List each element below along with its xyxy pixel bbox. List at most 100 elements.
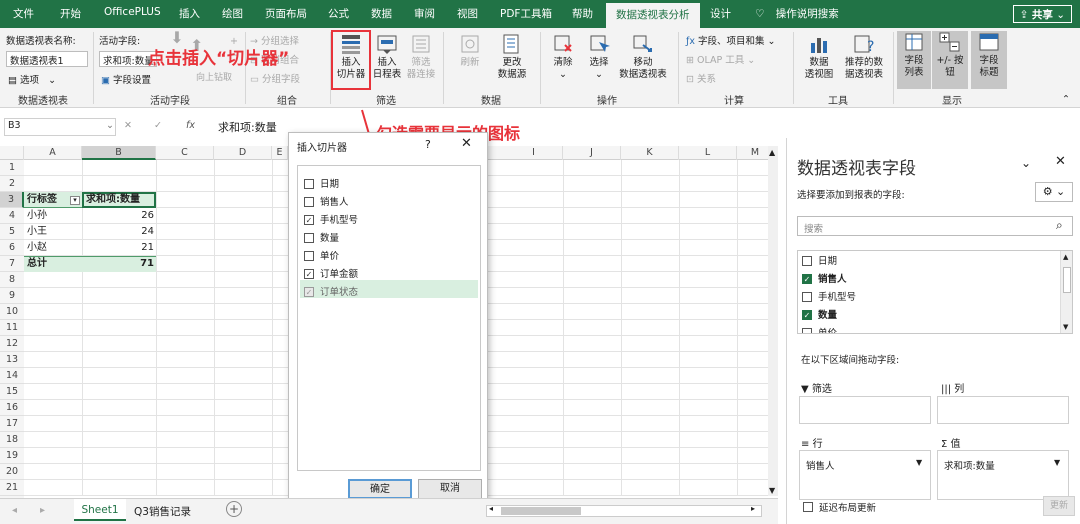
close-icon[interactable]: ✕ — [1055, 154, 1066, 169]
collapse-ribbon-icon[interactable]: ⌃ — [1062, 94, 1070, 105]
filter-dropdown-icon[interactable]: ▾ — [70, 196, 80, 205]
field-settings-button[interactable]: ▣ 字段设置 — [101, 72, 151, 86]
update-button[interactable]: 更新 — [1043, 496, 1075, 516]
row-header[interactable]: 1 — [0, 160, 24, 176]
scroll-left-icon[interactable]: ◂ — [489, 504, 493, 513]
help-icon[interactable]: ? — [425, 138, 431, 151]
pane-field-checkbox[interactable] — [802, 256, 812, 266]
column-header[interactable]: I — [505, 146, 563, 160]
gear-icon[interactable]: ⚙ ⌄ — [1035, 182, 1073, 202]
formula-input[interactable]: 求和项:数量 — [218, 119, 277, 135]
field-list-scrollbar[interactable]: ▲ ▼ — [1060, 251, 1072, 333]
pane-field-checkbox[interactable]: ✓ — [802, 310, 812, 320]
tab-pdf-tools[interactable]: PDF工具箱 — [500, 6, 552, 21]
field-list-button[interactable]: 字段 列表 — [897, 31, 931, 89]
columns-drop-zone[interactable] — [937, 396, 1069, 424]
field-checkbox[interactable] — [304, 233, 314, 243]
row-header[interactable]: 5 — [0, 224, 24, 240]
row-header[interactable]: 14 — [0, 368, 24, 384]
name-box[interactable]: B3 — [4, 118, 116, 136]
pivot-row-label[interactable]: 小赵 — [27, 240, 47, 256]
tab-home[interactable]: 开始 — [60, 6, 81, 21]
pivot-row-label[interactable]: 小孙 — [27, 208, 47, 224]
scroll-up-icon[interactable]: ▲ — [769, 148, 775, 157]
tab-formulas[interactable]: 公式 — [328, 6, 349, 21]
vertical-scrollbar[interactable]: ▲ ▼ — [768, 146, 778, 496]
field-checkbox[interactable] — [304, 179, 314, 189]
filters-drop-zone[interactable] — [799, 396, 931, 424]
recommended-pivottables-button[interactable]: ? 推荐的数 据透视表 — [838, 33, 890, 81]
row-header[interactable]: 20 — [0, 464, 24, 480]
field-headers-button[interactable]: 字段 标题 — [971, 31, 1007, 89]
scroll-thumb[interactable] — [1063, 267, 1071, 293]
prev-sheet-icon[interactable]: ◂ — [12, 505, 17, 516]
row-header[interactable]: 17 — [0, 416, 24, 432]
sheet-tab-sheet1[interactable]: Sheet1 — [74, 499, 126, 521]
tab-help[interactable]: 帮助 — [572, 6, 593, 21]
chevron-down-icon[interactable]: ⌄ — [106, 120, 114, 131]
select-button[interactable]: 选择 ⌄ — [582, 33, 616, 81]
pane-field-label[interactable]: 销售人 — [818, 271, 847, 285]
row-header[interactable]: 8 — [0, 272, 24, 288]
row-header[interactable]: 11 — [0, 320, 24, 336]
tab-page-layout[interactable]: 页面布局 — [265, 6, 307, 21]
field-checkbox-label[interactable]: 数量 — [320, 230, 339, 244]
column-header[interactable]: K — [621, 146, 679, 160]
cancel-icon[interactable]: ✕ — [124, 120, 132, 131]
tab-draw[interactable]: 绘图 — [222, 6, 243, 21]
values-field-chip[interactable]: 求和项:数量 — [944, 458, 995, 472]
rows-drop-zone[interactable]: 销售人 ▼ — [799, 450, 931, 500]
pivot-row-label[interactable]: 小王 — [27, 224, 47, 240]
field-checkbox[interactable] — [304, 197, 314, 207]
chevron-down-icon[interactable]: ⌄ — [1021, 156, 1031, 170]
tab-design[interactable]: 设计 — [710, 6, 731, 21]
row-header[interactable]: 4 — [0, 208, 24, 224]
pane-field-label[interactable]: 单价 — [818, 325, 837, 333]
ok-button[interactable]: 确定 — [348, 479, 412, 499]
options-button[interactable]: ▤ 选项 ⌄ — [8, 72, 56, 86]
pane-field-label[interactable]: 手机型号 — [818, 289, 856, 303]
field-checkbox-label[interactable]: 手机型号 — [320, 212, 358, 226]
scroll-right-icon[interactable]: ▸ — [751, 504, 755, 513]
column-header[interactable]: B — [82, 146, 156, 160]
defer-update-checkbox[interactable] — [803, 502, 813, 512]
field-checkbox-label[interactable]: 销售人 — [320, 194, 349, 208]
field-checkbox-label[interactable]: 订单金额 — [320, 266, 358, 280]
row-header[interactable]: 19 — [0, 448, 24, 464]
fx-icon[interactable]: fx — [186, 120, 195, 131]
pivot-grand-total-label[interactable]: 总计 — [27, 256, 47, 272]
tab-file[interactable]: 文件 — [13, 6, 34, 21]
field-checkbox-label[interactable]: 日期 — [320, 176, 339, 190]
move-pivottable-button[interactable]: 移动 数据透视表 — [617, 33, 669, 81]
chevron-down-icon[interactable]: ▼ — [916, 458, 922, 467]
field-checkbox-label[interactable]: 订单状态 — [320, 284, 358, 298]
row-header[interactable]: 16 — [0, 400, 24, 416]
row-header[interactable]: 2 — [0, 176, 24, 192]
scroll-thumb[interactable] — [501, 507, 581, 515]
row-header[interactable]: 6 — [0, 240, 24, 256]
pane-field-checkbox[interactable] — [802, 328, 812, 333]
pane-field-checkbox[interactable]: ✓ — [802, 274, 812, 284]
group-field-button[interactable]: ▭ 分组字段 — [250, 71, 300, 85]
fields-items-sets-button[interactable]: ƒx 字段、项目和集 ⌄ — [686, 33, 776, 47]
row-header[interactable]: 21 — [0, 480, 24, 496]
sheet-tab-q3[interactable]: Q3销售记录 — [134, 504, 191, 519]
change-data-source-button[interactable]: 更改 数据源 — [490, 33, 534, 81]
clear-button[interactable]: 清除 ⌄ — [546, 33, 580, 81]
tell-me-search[interactable]: ♡ 操作说明搜索 — [755, 6, 839, 21]
tab-data[interactable]: 数据 — [371, 6, 392, 21]
scroll-up-icon[interactable]: ▲ — [1063, 253, 1068, 261]
column-header[interactable]: J — [563, 146, 621, 160]
plus-minus-buttons-button[interactable]: +/- 按钮 — [932, 31, 968, 89]
select-all-corner[interactable] — [0, 146, 24, 160]
pivot-grand-total-value[interactable]: 71 — [82, 256, 154, 272]
tab-pivot-analyze[interactable]: 数据透视表分析 — [606, 3, 700, 28]
column-header[interactable]: C — [156, 146, 214, 160]
scroll-down-icon[interactable]: ▼ — [769, 486, 775, 495]
tab-review[interactable]: 审阅 — [414, 6, 435, 21]
pane-field-checkbox[interactable] — [802, 292, 812, 302]
row-header[interactable]: 15 — [0, 384, 24, 400]
next-sheet-icon[interactable]: ▸ — [40, 505, 45, 516]
add-sheet-icon[interactable]: + — [226, 501, 242, 517]
row-header[interactable]: 7 — [0, 256, 24, 272]
